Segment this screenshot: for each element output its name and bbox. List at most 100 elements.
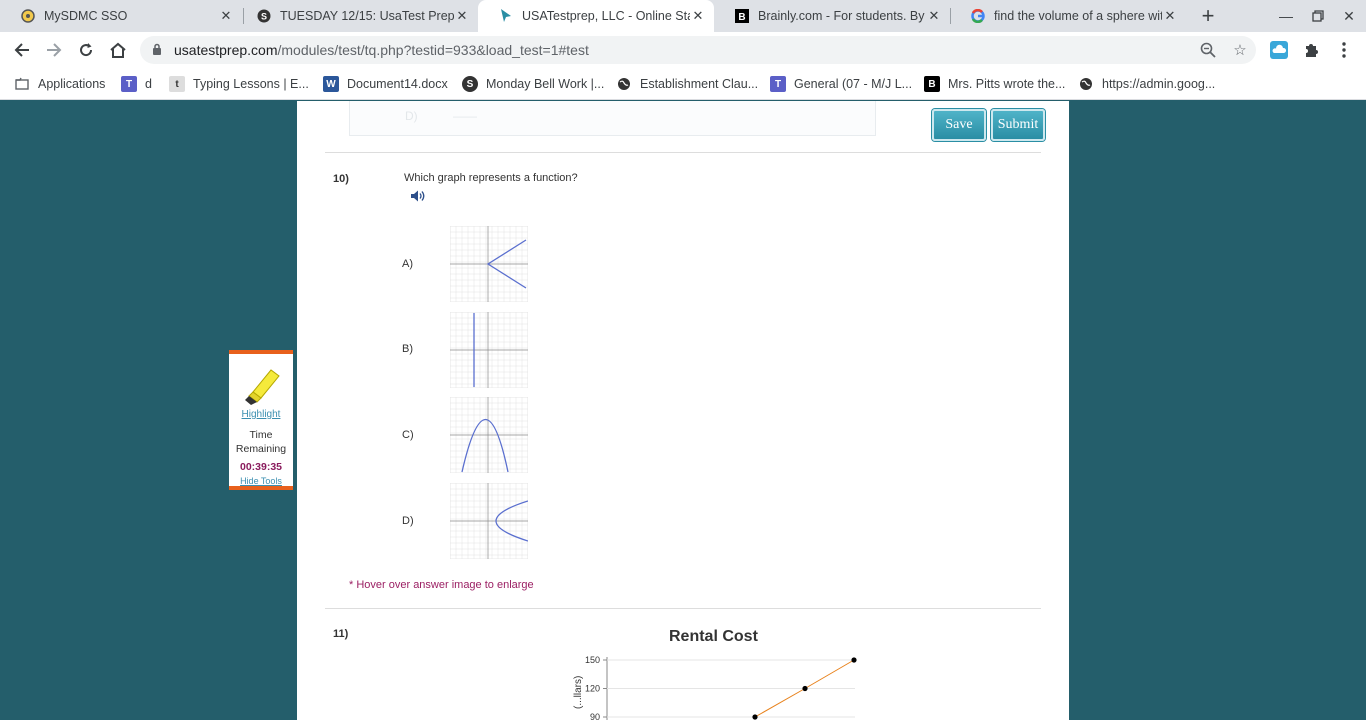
new-tab-icon[interactable]: + — [1196, 3, 1220, 28]
tab-google-search[interactable]: find the volume of a sphere with ✕ — [950, 0, 1186, 32]
option-b-label[interactable]: B) — [402, 343, 413, 355]
y-tick-label: 120 — [585, 684, 600, 694]
svg-text:S: S — [261, 12, 267, 22]
bookmark-typing-lessons[interactable]: t Typing Lessons | E... — [169, 75, 309, 93]
back-arrow-icon[interactable] — [10, 38, 34, 62]
close-window-icon[interactable]: ✕ — [1336, 4, 1362, 28]
close-icon[interactable]: ✕ — [454, 8, 470, 24]
data-point — [851, 657, 857, 663]
bookmark-label: General (07 - M/J L... — [794, 77, 913, 91]
divider — [325, 608, 1041, 609]
browser-toolbar: usatestprep.com/modules/test/tq.php?test… — [0, 32, 1366, 68]
close-icon[interactable]: ✕ — [218, 8, 234, 24]
hover-hint: * Hover over answer image to enlarge — [349, 579, 534, 591]
speaker-icon[interactable] — [410, 189, 426, 203]
schoology-icon: S — [462, 76, 478, 92]
divider — [325, 152, 1041, 153]
lock-icon — [153, 43, 161, 55]
option-d-graph[interactable] — [450, 483, 528, 559]
puzzle-icon[interactable] — [1301, 40, 1321, 60]
rental-cost-chart: 90 120 150 (...llars) — [573, 655, 857, 720]
reload-icon[interactable] — [74, 38, 98, 62]
tab-strip: MySDMC SSO ✕ S TUESDAY 12/15: UsaTest Pr… — [0, 0, 1366, 32]
bookmark-establishment-clause[interactable]: Establishment Clau... — [616, 75, 758, 93]
word-icon: W — [323, 76, 339, 92]
schoology-icon: S — [256, 8, 272, 24]
close-icon[interactable]: ✕ — [1162, 8, 1178, 24]
question-text: Which graph represents a function? — [404, 172, 578, 184]
time-remaining-label: Time Remaining — [235, 429, 287, 455]
option-a-label[interactable]: A) — [402, 258, 413, 270]
bookmark-label: Document14.docx — [347, 77, 448, 91]
tab-brainly[interactable]: B Brainly.com - For students. By s ✕ — [714, 0, 950, 32]
bookmark-label: Typing Lessons | E... — [193, 77, 309, 91]
chart-title: Rental Cost — [669, 628, 758, 645]
tab-title: MySDMC SSO — [44, 9, 128, 23]
data-point — [752, 714, 758, 720]
bookmark-label: https://admin.goog... — [1102, 77, 1216, 91]
menu-kebab-icon[interactable] — [1334, 40, 1354, 60]
bookmark-admin-google[interactable]: https://admin.goog... — [1078, 75, 1215, 93]
typing-icon: t — [169, 76, 185, 92]
cursor-arrow-icon — [498, 8, 514, 24]
tab-mysdmc[interactable]: MySDMC SSO ✕ — [0, 0, 242, 32]
bookmark-mrs-pitts[interactable]: B Mrs. Pitts wrote the... — [924, 75, 1065, 93]
bookmark-general-mj[interactable]: T General (07 - M/J L... — [770, 75, 912, 93]
brainly-icon: B — [734, 8, 750, 24]
tab-usatestprep[interactable]: USATestprep, LLC - Online State- ✕ — [478, 0, 714, 32]
teams-icon: T — [121, 76, 137, 92]
close-icon[interactable]: ✕ — [926, 8, 942, 24]
tools-panel: Highlight Time Remaining 00:39:35 Hide T… — [229, 350, 293, 490]
submit-button[interactable]: Submit — [991, 109, 1045, 141]
address-url: usatestprep.com/modules/test/tq.php?test… — [174, 42, 589, 58]
url-domain: usatestprep.com — [174, 42, 278, 58]
address-bar[interactable]: usatestprep.com/modules/test/tq.php?test… — [140, 36, 1256, 64]
option-c-graph[interactable] — [450, 397, 528, 473]
save-button[interactable]: Save — [932, 109, 986, 141]
option-b-graph[interactable] — [450, 312, 528, 388]
tab-title: USATestprep, LLC - Online State- — [522, 9, 690, 23]
tab-title: TUESDAY 12/15: UsaTest Prep- — [280, 9, 454, 23]
bookmark-label: Applications — [38, 77, 106, 91]
brainly-icon: B — [924, 76, 940, 92]
forward-arrow-icon[interactable] — [42, 38, 66, 62]
bookmark-label: d — [145, 77, 152, 91]
bookmark-monday-bell-work[interactable]: S Monday Bell Work |... — [462, 75, 604, 93]
globe-icon — [1078, 76, 1094, 92]
home-icon[interactable] — [106, 38, 130, 62]
close-icon[interactable]: ✕ — [690, 8, 706, 24]
extension-cloud-icon[interactable] — [1269, 40, 1289, 60]
previous-answer-box: D) —— — [349, 101, 876, 136]
tab-title: find the volume of a sphere with — [994, 9, 1162, 23]
option-d-label[interactable]: D) — [402, 515, 414, 527]
y-axis-label: (...llars) — [573, 676, 584, 709]
bookmark-label: Monday Bell Work |... — [486, 77, 605, 91]
highlighter-icon[interactable] — [239, 362, 283, 406]
restore-icon[interactable] — [1305, 4, 1331, 28]
highlight-link[interactable]: Highlight — [229, 409, 293, 420]
bookmark-d[interactable]: Td — [121, 75, 152, 93]
question-number: 10) — [333, 173, 349, 185]
hide-tools-link[interactable]: Hide Tools — [229, 476, 293, 486]
time-remaining-value: 00:39:35 — [239, 461, 283, 473]
globe-icon — [616, 76, 632, 92]
bookmark-applications[interactable]: Applications — [14, 75, 105, 93]
y-tick-label: 150 — [585, 655, 600, 665]
bookmarks-bar: Applications Td t Typing Lessons | E... W… — [0, 68, 1366, 100]
google-icon — [970, 8, 986, 24]
y-tick-label: 90 — [590, 712, 600, 720]
bookmark-document14[interactable]: W Document14.docx — [323, 75, 448, 93]
url-path: /modules/test/tq.php?testid=933&load_tes… — [277, 42, 589, 58]
data-point — [802, 685, 808, 692]
option-c-label[interactable]: C) — [402, 429, 414, 441]
star-icon[interactable]: ☆ — [1230, 40, 1250, 60]
test-page: D) —— Save Submit 10) Which graph repres… — [297, 101, 1069, 720]
option-a-graph[interactable] — [450, 226, 528, 302]
teams-icon: T — [770, 76, 786, 92]
zoom-icon[interactable] — [1198, 40, 1218, 60]
bookmark-label: Establishment Clau... — [640, 77, 759, 91]
minimize-icon[interactable]: — — [1273, 4, 1299, 28]
bookmark-label: Mrs. Pitts wrote the... — [948, 77, 1066, 91]
tab-tuesday-usatestprep[interactable]: S TUESDAY 12/15: UsaTest Prep- ✕ — [236, 0, 478, 32]
mysdmc-icon — [20, 8, 36, 24]
